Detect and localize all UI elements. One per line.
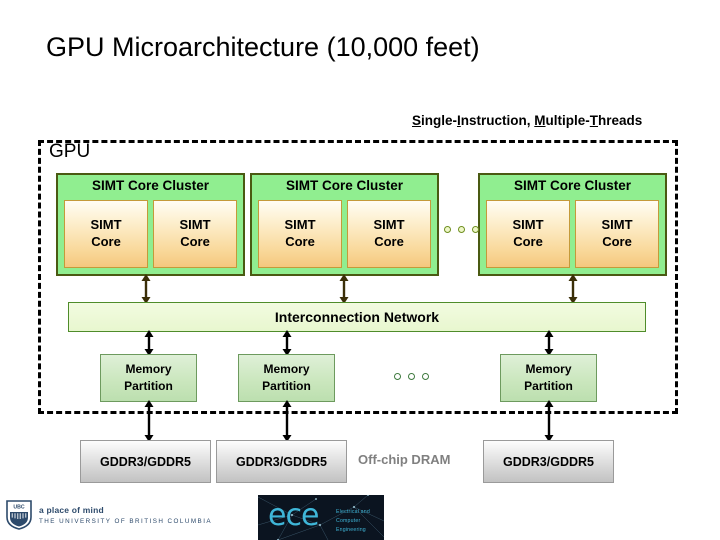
simt-core-label-line1: SIMT (512, 217, 544, 233)
ellipsis-dot (472, 226, 479, 233)
cluster-title: SIMT Core Cluster (91, 178, 210, 193)
memory-partition-line2: Partition (124, 379, 173, 393)
arrow-mem0-gddr0 (144, 400, 154, 442)
svg-text:UBC: UBC (13, 505, 24, 511)
arrow-cluster2-interconnect (568, 274, 578, 304)
off-chip-dram-label: Off-chip DRAM (358, 452, 451, 467)
ellipsis-dot (458, 226, 465, 233)
simt-core-label-line2: Core (602, 234, 632, 249)
memory-partition-line1: Memory (263, 362, 310, 377)
simt-core-label-line1: SIMT (373, 217, 405, 233)
ubc-tagline: a place of mind (39, 504, 104, 515)
ubc-university-name: THE UNIVERSITY OF BRITISH COLUMBIA (39, 517, 213, 525)
arrow-interconnect-mem0 (144, 330, 154, 356)
memory-partition-line1: Memory (125, 362, 172, 377)
simt-annotation-s: S (412, 113, 422, 128)
page-title: GPU Microarchitecture (10,000 feet) (46, 32, 480, 62)
simt-annotation-seg4: hreads (598, 113, 643, 128)
memory-partition-ellipsis-icon (394, 373, 429, 380)
simt-annotation-seg2: nstruction, (460, 113, 535, 128)
ece-subtitle-line1: Electrical and (336, 509, 370, 515)
interconnection-network[interactable]: Interconnection Network (68, 302, 646, 332)
memory-partition-line1: Memory (525, 362, 572, 377)
simt-annotation-t: T (589, 113, 599, 128)
ece-logo: ece Electrical and Computer Engineering (258, 495, 384, 540)
simt-core-label-line1: SIMT (179, 217, 211, 233)
arrow-cluster1-interconnect (339, 274, 349, 304)
simt-core-label-line2: Core (374, 234, 404, 249)
simt-core-cluster-1[interactable]: SIMT Core Cluster SIMT Core SIMT Core (250, 173, 439, 276)
ece-subtitle-line2: Computer (336, 517, 361, 524)
cluster-cores-row: SIMT Core SIMT Core (64, 200, 237, 268)
ubc-crest-icon: UBC (6, 500, 32, 530)
simt-annotation-m: M (534, 113, 546, 128)
cluster-title: SIMT Core Cluster (513, 178, 632, 193)
simt-core-2-1[interactable]: SIMT Core (575, 200, 659, 268)
simt-core-label-line1: SIMT (90, 217, 122, 233)
ece-subtitle: Electrical and Computer Engineering (336, 508, 370, 535)
memory-partition-0[interactable]: Memory Partition (100, 354, 197, 402)
simt-core-cluster-0[interactable]: SIMT Core Cluster SIMT Core SIMT Core (56, 173, 245, 276)
gpu-label: GPU (49, 141, 91, 162)
ece-wordmark: ece (268, 498, 319, 533)
ubc-logo: UBC a place of mind THE UNIVERSITY OF BR… (6, 500, 212, 530)
ubc-text-block: a place of mind THE UNIVERSITY OF BRITIS… (39, 504, 212, 526)
simt-core-label-line1: SIMT (284, 217, 316, 233)
cluster-title: SIMT Core Cluster (285, 178, 404, 193)
gddr-module-0[interactable]: GDDR3/GDDR5 (80, 440, 211, 483)
arrow-mem1-gddr1 (282, 400, 292, 442)
simt-core-label-line1: SIMT (601, 217, 633, 233)
simt-annotation: Single-Instruction, Multiple-Threads (412, 113, 642, 128)
memory-partition-1[interactable]: Memory Partition (238, 354, 335, 402)
cluster-cores-row: SIMT Core SIMT Core (258, 200, 431, 268)
memory-partition-line2: Partition (262, 379, 311, 393)
arrow-interconnect-mem1 (282, 330, 292, 356)
gddr-module-2[interactable]: GDDR3/GDDR5 (483, 440, 614, 483)
slide-canvas: GPU Microarchitecture (10,000 feet) Sing… (0, 0, 720, 540)
simt-annotation-seg3: ultiple- (545, 113, 590, 128)
ellipsis-dot (422, 373, 429, 380)
cluster-cores-row: SIMT Core SIMT Core (486, 200, 659, 268)
memory-partition-line2: Partition (524, 379, 573, 393)
arrow-mem2-gddr2 (544, 400, 554, 442)
ellipsis-dot (444, 226, 451, 233)
ece-subtitle-line3: Engineering (336, 526, 366, 533)
gddr-module-1[interactable]: GDDR3/GDDR5 (216, 440, 347, 483)
simt-core-label-line2: Core (91, 234, 121, 249)
simt-core-label-line2: Core (285, 234, 315, 249)
ellipsis-dot (408, 373, 415, 380)
simt-core-0-0[interactable]: SIMT Core (64, 200, 148, 268)
ellipsis-dot (394, 373, 401, 380)
arrow-interconnect-mem2 (544, 330, 554, 356)
simt-annotation-seg1: ingle- (421, 113, 458, 128)
simt-core-label-line2: Core (513, 234, 543, 249)
simt-core-label-line2: Core (180, 234, 210, 249)
arrow-cluster0-interconnect (141, 274, 151, 304)
simt-core-2-0[interactable]: SIMT Core (486, 200, 570, 268)
cluster-ellipsis-icon (444, 226, 479, 233)
memory-partition-2[interactable]: Memory Partition (500, 354, 597, 402)
simt-core-1-0[interactable]: SIMT Core (258, 200, 342, 268)
simt-core-1-1[interactable]: SIMT Core (347, 200, 431, 268)
simt-core-cluster-2[interactable]: SIMT Core Cluster SIMT Core SIMT Core (478, 173, 667, 276)
simt-core-0-1[interactable]: SIMT Core (153, 200, 237, 268)
